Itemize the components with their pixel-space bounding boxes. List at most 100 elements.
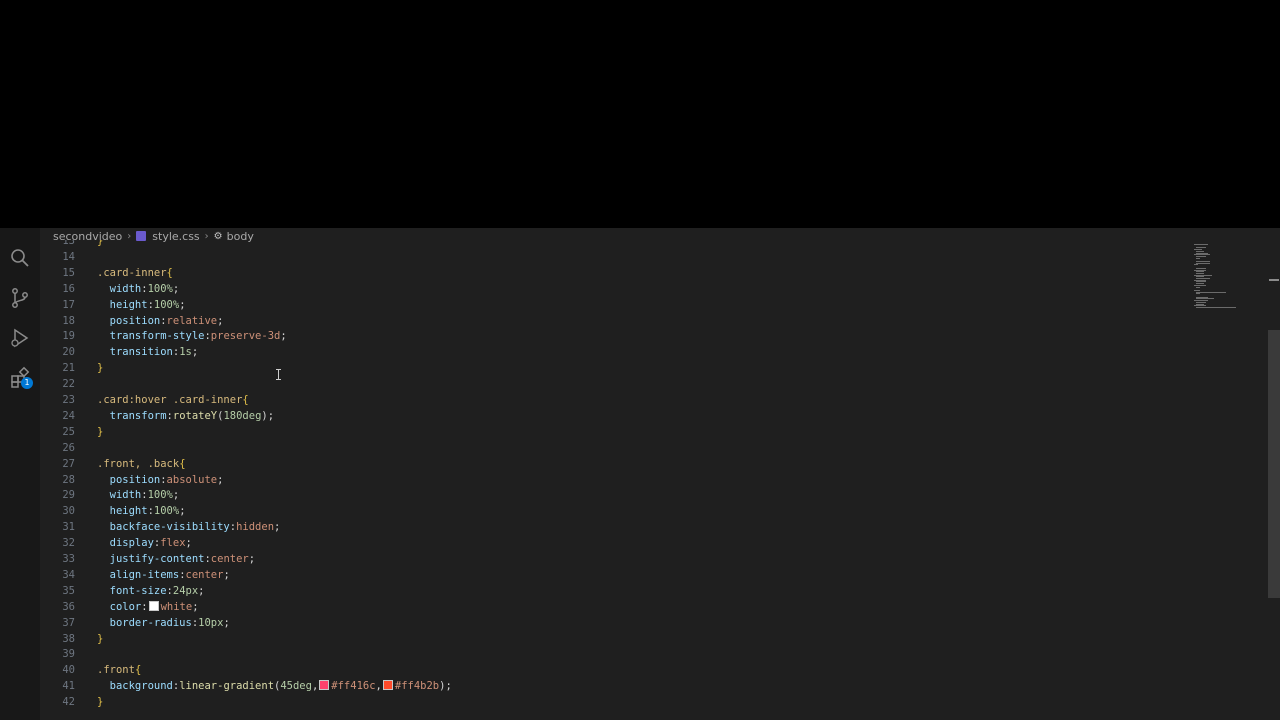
run-debug-icon[interactable]	[8, 326, 32, 350]
line-number: 24	[62, 409, 75, 422]
code-token: backface-visibility	[97, 521, 230, 534]
code-line[interactable]: 15 .card-inner{	[40, 265, 1190, 281]
line-text: background:linear-gradient(45deg, #ff416c…	[97, 678, 452, 694]
code-token: ;	[172, 489, 180, 502]
line-number: 17	[62, 298, 75, 311]
code-line[interactable]: 20 transition:1s;	[40, 344, 1190, 360]
minimap[interactable]	[1190, 240, 1240, 310]
code-token: }	[97, 240, 104, 247]
line-text: justify-content:center;	[97, 551, 255, 567]
code-line[interactable]: 13}	[40, 240, 1190, 249]
code-token: ;	[217, 314, 224, 327]
line-text: transition:1s;	[97, 344, 199, 360]
code-token: 100%	[153, 298, 180, 311]
search-icon[interactable]	[8, 246, 32, 270]
color-swatch[interactable]	[319, 680, 330, 691]
code-token: ;	[198, 584, 205, 597]
line-number: 40	[62, 664, 75, 677]
line-number: 39	[62, 648, 75, 661]
code-token: color	[97, 600, 142, 613]
line-text: height:100%;	[97, 503, 186, 519]
code-line[interactable]: 31 backface-visibility:hidden;	[40, 519, 1190, 535]
line-number: 37	[62, 616, 75, 629]
code-line[interactable]: 14	[40, 249, 1190, 265]
code-token: 1s	[179, 346, 192, 359]
code-line[interactable]: 26	[40, 440, 1190, 456]
code-line[interactable]: 22	[40, 376, 1190, 392]
minimap-line	[1196, 257, 1200, 259]
code-line[interactable]: 38}	[40, 631, 1190, 647]
code-token: transform	[97, 409, 167, 422]
code-line[interactable]: 19 transform-style:preserve-3d;	[40, 328, 1190, 344]
code-line[interactable]: 29 width:100%;	[40, 487, 1190, 503]
code-line[interactable]: 41 background:linear-gradient(45deg, #ff4…	[40, 678, 1190, 694]
code-token: hidden	[236, 521, 275, 534]
code-line[interactable]: 18 position:relative;	[40, 313, 1190, 329]
code-token: linear-gradient	[179, 680, 275, 693]
line-number: 30	[62, 505, 75, 518]
line-text: }	[97, 694, 103, 710]
code-token: #ff4b2b	[394, 680, 440, 693]
code-line[interactable]: 16 width:100%;	[40, 281, 1190, 297]
code-line[interactable]: 36 color: white;	[40, 599, 1190, 615]
code-line[interactable]: 33 justify-content:center;	[40, 551, 1190, 567]
code-line[interactable]: 24 transform:rotateY(180deg);	[40, 408, 1190, 424]
code-line[interactable]: 17 height:100%;	[40, 297, 1190, 313]
line-text: .front{	[97, 662, 141, 678]
color-swatch[interactable]	[382, 680, 393, 691]
code-line[interactable]: 37 border-radius:10px;	[40, 615, 1190, 631]
code-token: 100%	[147, 489, 173, 502]
code-token: }	[97, 362, 104, 375]
code-line[interactable]: 23 .card:hover .card-inner{	[40, 392, 1190, 408]
code-token: );	[439, 680, 452, 693]
code-line[interactable]: 30 height:100%;	[40, 503, 1190, 519]
code-token: 100%	[153, 505, 180, 518]
line-number: 22	[62, 378, 75, 391]
code-line[interactable]: 40 .front{	[40, 662, 1190, 678]
minimap-line	[1196, 306, 1236, 308]
minimap-line	[1194, 264, 1198, 266]
scrollbar-thumb[interactable]	[1268, 330, 1280, 598]
code-token: }	[97, 425, 104, 438]
code-token: 180deg	[223, 409, 262, 422]
code-line[interactable]: 32 display:flex;	[40, 535, 1190, 551]
code-line[interactable]: 27 .front, .back{	[40, 456, 1190, 472]
code-token: align-items	[97, 568, 180, 581]
code-line[interactable]: 21}	[40, 360, 1190, 376]
code-token: 10px	[198, 616, 224, 629]
line-text: font-size:24px;	[97, 583, 205, 599]
code-token: #ff416c	[331, 680, 376, 693]
line-text: height:100%;	[97, 297, 186, 313]
code-token: {	[166, 266, 173, 279]
color-swatch[interactable]	[148, 600, 159, 611]
code-line[interactable]: 39	[40, 646, 1190, 662]
code-line[interactable]: 42}	[40, 694, 1190, 710]
code-token: position	[97, 473, 161, 486]
scrollbar-marker	[1269, 279, 1279, 281]
code-line[interactable]: 25}	[40, 424, 1190, 440]
code-line[interactable]: 34 align-items:center;	[40, 567, 1190, 583]
line-text: transform-style:preserve-3d;	[97, 328, 287, 344]
code-line[interactable]: 28 position:absolute;	[40, 472, 1190, 488]
code-token: ;	[192, 600, 199, 613]
code-token: display	[97, 537, 154, 550]
code-token: ;	[280, 330, 287, 343]
code-line[interactable]: 35 font-size:24px;	[40, 583, 1190, 599]
code-token: background	[97, 680, 173, 693]
code-token: {	[242, 394, 249, 406]
code-token: ;	[223, 568, 230, 581]
line-number: 18	[62, 314, 75, 327]
code-editor[interactable]: 13} 14 15 .card-inner{16 width:100%; 17 heig…	[40, 240, 1190, 720]
code-token: .front	[97, 664, 135, 677]
code-token: width	[97, 282, 142, 295]
line-number: 23	[62, 394, 75, 406]
line-number: 14	[62, 250, 75, 263]
line-text: border-radius:10px;	[97, 615, 230, 631]
line-number: 19	[62, 330, 75, 343]
line-text: display:flex;	[97, 535, 192, 551]
line-number: 33	[62, 553, 75, 565]
code-token: border-radius	[97, 616, 192, 629]
minimap-line	[1196, 293, 1200, 295]
source-control-icon[interactable]	[8, 286, 32, 310]
code-token: font-size	[97, 584, 167, 597]
